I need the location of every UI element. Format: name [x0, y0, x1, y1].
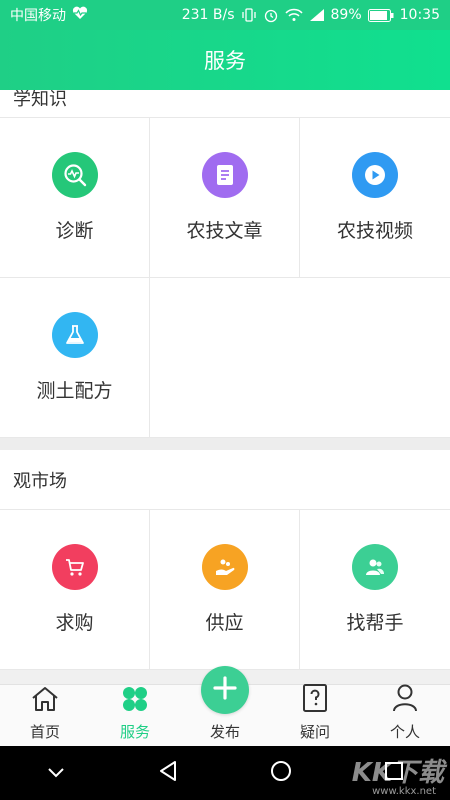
status-bar: 中国移动 231 B/s 89% 10:35	[0, 0, 450, 30]
nav-personal-label: 个人	[389, 723, 420, 741]
publish-button[interactable]	[201, 666, 249, 714]
flask-icon	[51, 312, 98, 358]
service-purchase[interactable]: 求购	[0, 510, 150, 670]
page-title: 服务	[204, 49, 246, 73]
clock-time: 10:35	[399, 7, 440, 23]
back-icon[interactable]	[158, 760, 178, 786]
diagnosis-icon	[51, 152, 98, 198]
learn-grid: 诊断 农技文章 农技视频 测土配方	[0, 118, 450, 438]
service-label: 找帮手	[346, 612, 404, 634]
section-title-text: 观市场	[13, 470, 67, 492]
service-article[interactable]: 农技文章	[150, 118, 300, 278]
nav-home[interactable]: 首页	[0, 685, 90, 746]
clover-icon	[121, 685, 149, 717]
service-diagnosis[interactable]: 诊断	[0, 118, 150, 278]
section-title-text: 学知识	[13, 90, 67, 110]
market-grid: 求购 供应 找帮手	[0, 510, 450, 670]
battery-icon	[367, 8, 394, 22]
person-icon	[391, 683, 419, 717]
service-label: 求购	[55, 612, 94, 634]
vibrate-icon	[241, 7, 257, 23]
supply-icon	[201, 544, 248, 590]
service-helper[interactable]: 找帮手	[300, 510, 450, 670]
carrier-label: 中国移动	[10, 8, 66, 24]
heart-monitor-icon	[72, 6, 88, 24]
empty-cell	[150, 278, 450, 438]
nav-home-label: 首页	[29, 723, 60, 741]
page-header: 服务	[0, 30, 450, 90]
wifi-icon	[284, 8, 303, 22]
section-divider	[0, 438, 450, 450]
service-label: 农技文章	[186, 220, 263, 242]
network-speed: 231 B/s	[181, 7, 235, 23]
home-icon	[30, 685, 60, 717]
alarm-icon	[263, 7, 279, 23]
nav-personal[interactable]: 个人	[360, 683, 450, 746]
cart-icon	[51, 544, 98, 590]
service-supply[interactable]: 供应	[150, 510, 300, 670]
battery-percent: 89%	[330, 7, 362, 23]
question-icon	[302, 683, 328, 717]
nav-publish-label: 发布	[209, 723, 240, 741]
video-icon	[352, 152, 398, 198]
article-icon	[201, 152, 248, 198]
nav-question[interactable]: 疑问	[270, 683, 360, 746]
nav-service[interactable]: 服务	[90, 685, 180, 746]
service-video[interactable]: 农技视频	[300, 118, 450, 278]
plus-icon	[211, 674, 239, 706]
hide-keyboard-icon[interactable]	[46, 764, 66, 783]
helper-icon	[352, 544, 398, 590]
signal-icon	[309, 8, 325, 22]
service-soil-test[interactable]: 测土配方	[0, 278, 150, 438]
service-label: 农技视频	[336, 220, 413, 242]
home-circle-icon[interactable]	[270, 760, 292, 786]
service-label: 诊断	[55, 220, 94, 242]
section-title-market: 观市场	[0, 450, 450, 510]
service-label: 供应	[205, 612, 244, 634]
watermark-logo: KK下载	[351, 758, 444, 788]
section-title-learn: 学知识	[0, 90, 450, 118]
service-label: 测土配方	[36, 380, 113, 402]
watermark-url: www.kkx.net	[372, 786, 436, 797]
nav-question-label: 疑问	[299, 723, 330, 741]
service-content[interactable]: 学知识 诊断 农技文章 农技视频 测土配方 观市场 求购 供应 找帮手	[0, 90, 450, 684]
nav-service-label: 服务	[119, 723, 150, 741]
